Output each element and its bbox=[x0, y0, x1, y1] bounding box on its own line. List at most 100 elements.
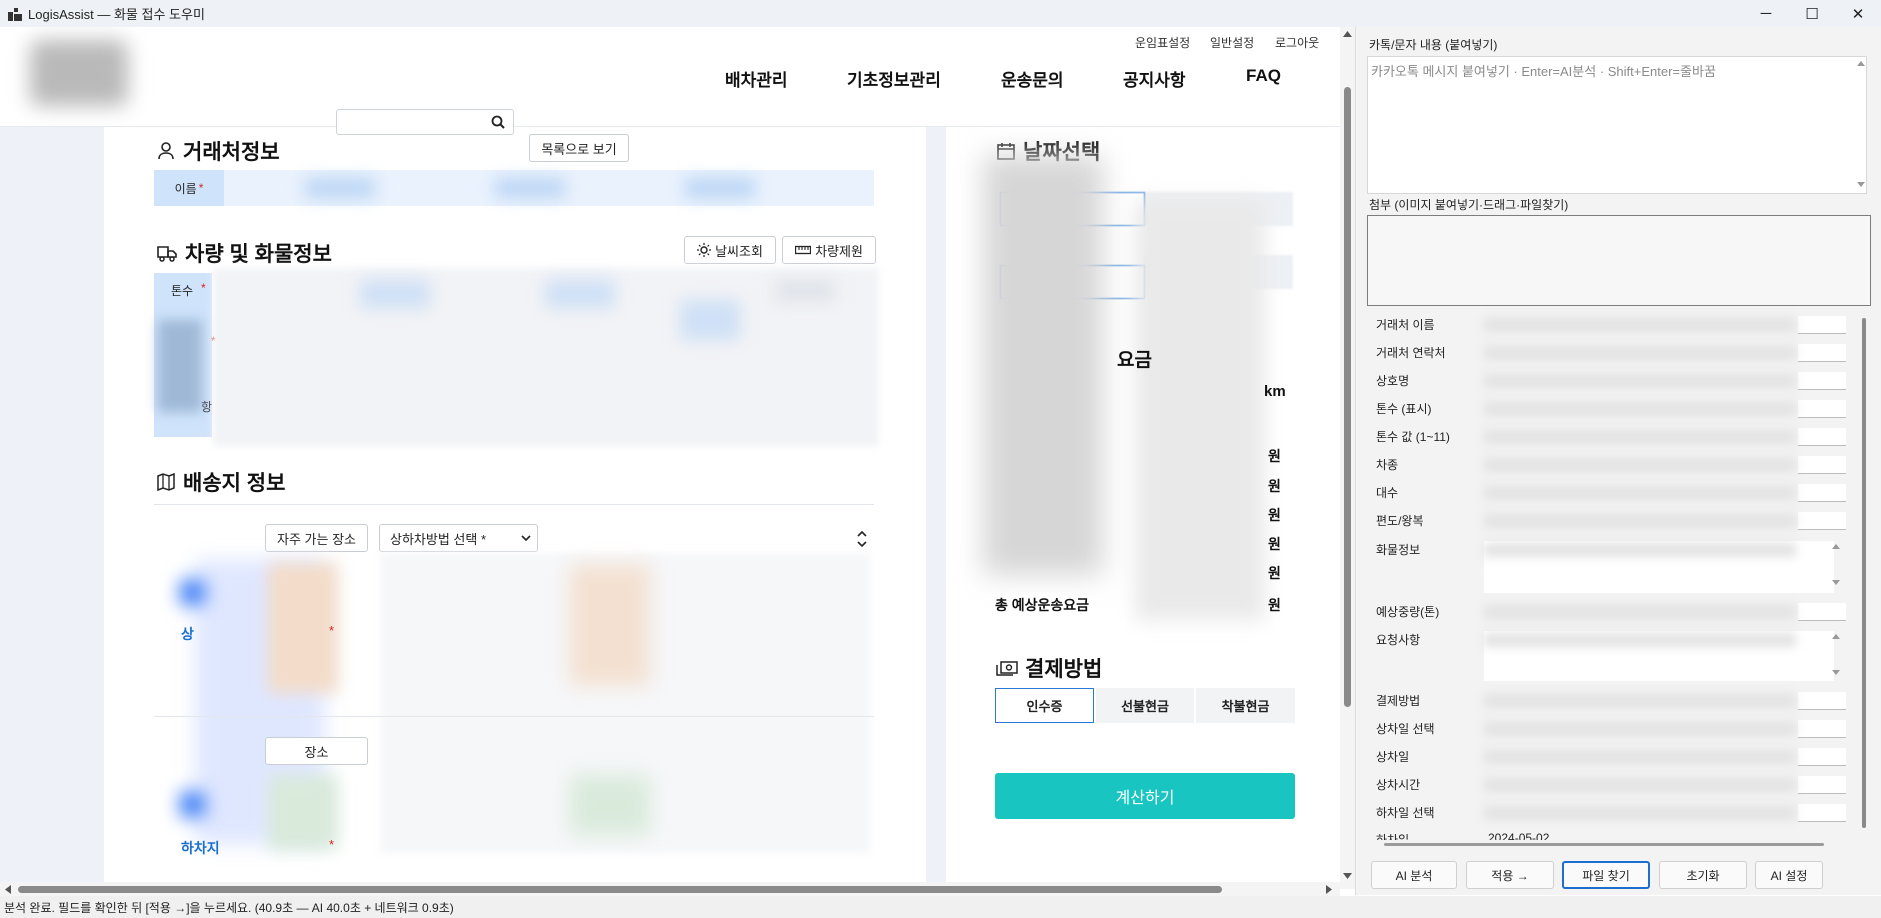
apply-button[interactable]: 적용 → bbox=[1466, 861, 1554, 889]
field-input[interactable] bbox=[1798, 804, 1846, 822]
scroll-left-icon[interactable] bbox=[4, 885, 11, 894]
vehicle-spec-button[interactable]: 차량제원 bbox=[782, 236, 876, 264]
fare-won: 원 bbox=[1268, 536, 1281, 552]
ai-settings-button[interactable]: AI 설정 bbox=[1755, 861, 1823, 889]
payment-cod-tab[interactable]: 착불현금 bbox=[1196, 688, 1295, 723]
blurred-date-block[interactable] bbox=[983, 155, 1103, 575]
expand-collapse-icon[interactable] bbox=[856, 528, 868, 550]
fare-won: 원 bbox=[1268, 565, 1281, 581]
util-logout[interactable]: 로그아웃 bbox=[1275, 34, 1319, 51]
field-input[interactable] bbox=[1798, 603, 1846, 621]
blurred-client-field[interactable] bbox=[685, 178, 755, 198]
scroll-up-icon[interactable] bbox=[1832, 633, 1840, 639]
loading-method-text: 상하차방법 선택 * bbox=[390, 531, 487, 547]
blurred-value bbox=[1484, 430, 1796, 444]
nav-inquiry[interactable]: 운송문의 bbox=[1001, 66, 1064, 91]
app-icon bbox=[8, 7, 22, 21]
scroll-down-icon[interactable] bbox=[1832, 670, 1840, 676]
field-cargo-info: 화물정보 bbox=[1376, 543, 1421, 557]
horizontal-scroll-thumb[interactable] bbox=[18, 886, 1222, 893]
util-fare-settings[interactable]: 운임표설정 bbox=[1135, 34, 1190, 51]
web-vertical-scrollbar[interactable] bbox=[1340, 27, 1355, 889]
blurred-value bbox=[1484, 543, 1796, 557]
field-input[interactable] bbox=[1798, 776, 1846, 794]
blurred-client-field[interactable] bbox=[305, 178, 375, 198]
field-input[interactable] bbox=[1798, 748, 1846, 766]
field-input[interactable] bbox=[1798, 456, 1846, 474]
vertical-scroll-thumb[interactable] bbox=[1344, 87, 1351, 707]
field-input[interactable] bbox=[1798, 720, 1846, 738]
scroll-down-icon[interactable] bbox=[1857, 182, 1865, 188]
field-input[interactable] bbox=[1798, 372, 1846, 390]
nav-faq[interactable]: FAQ bbox=[1246, 66, 1281, 86]
loading-method-select[interactable]: 상하차방법 선택 * bbox=[379, 524, 538, 552]
fields-scroll-thumb[interactable] bbox=[1862, 318, 1866, 828]
scroll-down-icon[interactable] bbox=[1343, 873, 1352, 880]
blurred-client-field[interactable] bbox=[495, 178, 565, 198]
blurred-drop-fields[interactable] bbox=[268, 775, 338, 850]
calculate-button[interactable]: 계산하기 bbox=[995, 773, 1295, 819]
required-mark: * bbox=[329, 623, 335, 638]
nav-notice[interactable]: 공지사항 bbox=[1123, 66, 1186, 91]
blurred-fare-block[interactable] bbox=[1135, 200, 1265, 620]
weather-button[interactable]: 날씨조회 bbox=[684, 236, 776, 264]
search-icon[interactable] bbox=[491, 115, 505, 129]
status-text: 분석 완료. 필드를 확인한 뒤 [적용 →]을 누르세요. (40.9초 — … bbox=[4, 900, 454, 915]
minimize-button[interactable]: ─ bbox=[1743, 0, 1789, 27]
scroll-up-icon[interactable] bbox=[1343, 30, 1352, 37]
find-file-button[interactable]: 파일 찾기 bbox=[1562, 861, 1650, 889]
field-company: 상호명 bbox=[1376, 374, 1410, 388]
frequent-places-button[interactable]: 자주 가는 장소 bbox=[265, 524, 368, 552]
payment-section-title: 결제방법 bbox=[996, 653, 1102, 683]
scroll-right-icon[interactable] bbox=[1326, 885, 1333, 894]
maximize-button[interactable]: ☐ bbox=[1789, 0, 1835, 27]
window-title: LogisAssist — 화물 접수 도우미 bbox=[28, 7, 205, 22]
distance-unit: km bbox=[1264, 383, 1286, 400]
web-horizontal-scrollbar[interactable] bbox=[0, 882, 1340, 896]
field-input[interactable] bbox=[1798, 316, 1846, 334]
attachment-dropzone[interactable] bbox=[1367, 215, 1871, 306]
ai-analyze-button[interactable]: AI 분석 bbox=[1371, 861, 1457, 889]
field-input[interactable] bbox=[1798, 400, 1846, 418]
util-general-settings[interactable]: 일반설정 bbox=[1210, 34, 1254, 51]
required-mark: * bbox=[329, 837, 335, 852]
blurred-vehicle-chip[interactable] bbox=[775, 280, 835, 302]
fields-hscroll-thumb[interactable] bbox=[1384, 843, 1824, 846]
status-bar: 분석 완료. 필드를 확인한 뒤 [적용 →]을 누르세요. (40.9초 — … bbox=[0, 896, 1881, 918]
blurred-vehicle-chip[interactable] bbox=[360, 280, 430, 308]
field-input[interactable] bbox=[1798, 428, 1846, 446]
close-button[interactable]: ✕ bbox=[1835, 0, 1881, 27]
field-input[interactable] bbox=[1798, 484, 1846, 502]
payment-receipt-tab[interactable]: 인수증 bbox=[995, 688, 1094, 723]
blurred-pickup-fields[interactable] bbox=[268, 563, 338, 693]
divider bbox=[154, 716, 874, 717]
scroll-up-icon[interactable] bbox=[1832, 543, 1840, 549]
blurred-pickup-chip[interactable] bbox=[570, 565, 650, 685]
delivery-title-text: 배송지 정보 bbox=[183, 472, 286, 495]
blurred-value bbox=[1484, 486, 1796, 500]
blurred-value bbox=[1484, 374, 1796, 388]
field-input[interactable] bbox=[1798, 512, 1846, 530]
scroll-up-icon[interactable] bbox=[1857, 60, 1865, 66]
blurred-vehicle-chip[interactable] bbox=[680, 300, 740, 340]
reset-button[interactable]: 초기화 bbox=[1659, 861, 1747, 889]
fare-won: 원 bbox=[1268, 597, 1281, 613]
frequent-places-button-2[interactable]: 장소 bbox=[265, 737, 368, 765]
nav-basic-info[interactable]: 기초정보관리 bbox=[847, 66, 941, 91]
message-input[interactable]: 카카오톡 메시지 붙여넣기 · Enter=AI분석 · Shift+Enter… bbox=[1367, 56, 1867, 194]
site-logo[interactable] bbox=[30, 40, 128, 106]
payment-prepaid-tab[interactable]: 선불현금 bbox=[1096, 688, 1194, 723]
blurred-drop-chip[interactable] bbox=[570, 775, 650, 835]
nav-dispatch[interactable]: 배차관리 bbox=[725, 66, 788, 91]
field-input[interactable] bbox=[1798, 344, 1846, 362]
drop-label: 하차지 bbox=[181, 840, 220, 856]
vehicle-section-title: 차량 및 화물정보 bbox=[156, 238, 332, 268]
blurred-value bbox=[1484, 458, 1796, 472]
blurred-vehicle-chip[interactable] bbox=[545, 280, 615, 308]
field-pickup-date: 상차일 bbox=[1376, 750, 1410, 764]
scroll-down-icon[interactable] bbox=[1832, 580, 1840, 586]
client-search-input[interactable] bbox=[336, 109, 514, 135]
list-view-button[interactable]: 목록으로 보기 bbox=[529, 134, 629, 162]
fare-title-partial: 요금 bbox=[1117, 350, 1152, 371]
field-input[interactable] bbox=[1798, 692, 1846, 710]
